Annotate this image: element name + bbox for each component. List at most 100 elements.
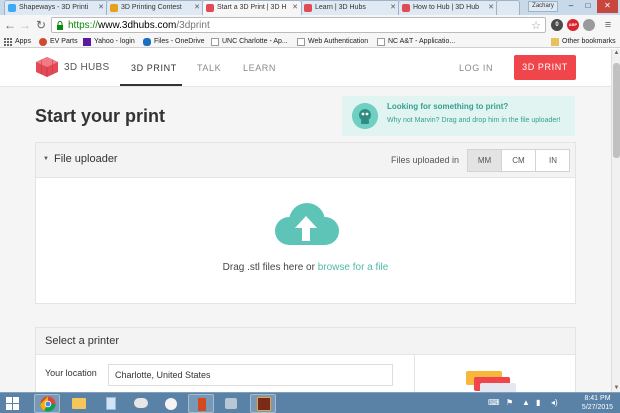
address-bar[interactable]: https://www.3dhubs.com/3dprint ☆: [51, 17, 546, 33]
reload-icon[interactable]: ↻: [34, 18, 48, 32]
tab-title: Shapeways - 3D Printi: [19, 4, 89, 11]
system-clock[interactable]: 8:41 PM 5/27/2015: [575, 394, 620, 412]
site-header: 3D HUBS 3D PRINT TALK LEARN LOG IN 3D PR…: [0, 49, 611, 86]
tab-close-icon[interactable]: ✕: [194, 1, 200, 14]
page-scrollbar[interactable]: ▲ ▼: [611, 49, 620, 392]
pin-icon[interactable]: [583, 19, 595, 31]
login-link[interactable]: LOG IN: [459, 63, 493, 73]
location-input[interactable]: [108, 364, 393, 386]
folder-icon: [551, 38, 559, 46]
printer-stack-icon: [466, 371, 516, 392]
window-close-icon[interactable]: ✕: [597, 0, 618, 13]
nav-learn[interactable]: LEARN: [243, 63, 276, 73]
browser-tab-learn[interactable]: Learn | 3D Hubs ✕: [300, 0, 400, 15]
bookmark-label: NC A&T - Applicatio...: [388, 38, 456, 45]
file-uploader-header[interactable]: ▼ File uploader Files uploaded in MM CM …: [36, 143, 575, 178]
profile-button[interactable]: Zachary: [528, 1, 558, 12]
file-uploader-title: File uploader: [54, 153, 118, 165]
maximize-icon[interactable]: □: [580, 0, 596, 13]
revit-icon[interactable]: [250, 394, 276, 413]
clock-date: 5/27/2015: [581, 404, 614, 411]
3dhubs-logo-icon[interactable]: [36, 57, 58, 77]
file-explorer-icon[interactable]: [66, 394, 92, 413]
bookmark-label: Web Authentication: [308, 38, 369, 45]
bookmark-ev-parts[interactable]: EV Parts: [39, 36, 78, 47]
notes-icon[interactable]: [98, 394, 124, 413]
3d-print-button[interactable]: 3D PRINT: [514, 55, 576, 80]
browser-toolbar: ← → ↻ https://www.3dhubs.com/3dprint ☆ 0…: [0, 15, 620, 35]
menu-icon[interactable]: ≡: [601, 18, 615, 32]
marvin-icon[interactable]: [352, 103, 378, 129]
tab-strip: Shapeways - 3D Printi ✕ 3D Printing Cont…: [0, 0, 620, 15]
bookmark-label: Other bookmarks: [562, 38, 616, 45]
tab-close-icon[interactable]: ✕: [488, 1, 494, 14]
bookmark-web-auth[interactable]: Web Authentication: [297, 36, 368, 47]
flag-icon[interactable]: ⚑: [506, 398, 513, 407]
unit-selector: MM CM IN: [467, 149, 570, 172]
cloud-upload-icon: [275, 203, 339, 245]
marvin-promo[interactable]: Looking for something to print? Why not …: [342, 96, 575, 136]
page-icon: [297, 38, 305, 46]
browser-tab-shapeways[interactable]: Shapeways - 3D Printi ✕: [4, 0, 108, 15]
bookmark-label: UNC Charlotte - Ap...: [222, 38, 288, 45]
tab-title: How to Hub | 3D Hub: [413, 4, 480, 11]
ev-parts-icon: [39, 38, 47, 46]
caret-down-icon[interactable]: ▼: [43, 156, 49, 162]
tray-up-icon[interactable]: ▲: [522, 398, 530, 407]
browser-tab-start-print[interactable]: Start a 3D Print | 3D H ✕: [202, 0, 302, 15]
chrome-icon[interactable]: [34, 394, 60, 413]
logo-text[interactable]: 3D HUBS: [64, 62, 109, 73]
bookmark-apps[interactable]: Apps: [4, 36, 31, 47]
bookmark-onedrive[interactable]: Files - OneDrive: [143, 36, 205, 47]
keyboard-icon[interactable]: ⌨: [488, 398, 500, 407]
unit-cm-button[interactable]: CM: [502, 150, 536, 171]
unit-in-button[interactable]: IN: [536, 150, 570, 171]
yahoo-icon: [83, 38, 91, 46]
back-icon[interactable]: ←: [3, 18, 17, 32]
windows-taskbar: ⌨ ⚑ ▲ ▮ ◂) 8:41 PM 5/27/2015: [0, 392, 620, 413]
other-bookmarks[interactable]: Other bookmarks: [551, 36, 616, 47]
nav-talk[interactable]: TALK: [197, 63, 221, 73]
unit-mm-button[interactable]: MM: [468, 150, 502, 171]
forward-icon[interactable]: →: [18, 18, 32, 32]
scroll-thumb[interactable]: [613, 63, 620, 158]
bookmark-yahoo[interactable]: Yahoo - login: [83, 36, 135, 47]
bookmark-label: EV Parts: [50, 38, 78, 45]
file-uploader-card: ▼ File uploader Files uploaded in MM CM …: [35, 142, 576, 304]
clock-time: 8:41 PM: [584, 395, 611, 402]
lock-icon: [57, 21, 63, 30]
onedrive-icon: [143, 38, 151, 46]
minimize-icon[interactable]: –: [563, 0, 579, 13]
bookmark-unc-charlotte[interactable]: UNC Charlotte - Ap...: [211, 36, 288, 47]
paint-icon[interactable]: [158, 394, 184, 413]
nav-3d-print[interactable]: 3D PRINT: [131, 63, 177, 73]
select-printer-header: Select a printer: [36, 328, 575, 355]
chat-icon[interactable]: [128, 394, 154, 413]
network-icon[interactable]: ▮: [536, 398, 540, 407]
header-divider: [0, 86, 611, 87]
drop-instructions: Drag .stl files here or browse for a fil…: [36, 262, 575, 273]
scroll-up-icon[interactable]: ▲: [613, 49, 620, 57]
page-viewport: 3D HUBS 3D PRINT TALK LEARN LOG IN 3D PR…: [0, 49, 611, 392]
windows-start-icon[interactable]: [6, 397, 19, 410]
location-label: Your location: [45, 368, 97, 378]
ironman-icon[interactable]: [188, 394, 214, 413]
tab-close-icon[interactable]: ✕: [292, 1, 298, 14]
adblock-icon[interactable]: ABP: [567, 19, 579, 31]
browse-link[interactable]: browse for a file: [318, 262, 389, 273]
units-label: Files uploaded in: [391, 155, 460, 165]
browser-tab-how-to-hub[interactable]: How to Hub | 3D Hub ✕: [398, 0, 498, 15]
scroll-down-icon[interactable]: ▼: [613, 384, 620, 392]
select-printer-title: Select a printer: [45, 335, 119, 347]
tools-icon[interactable]: [218, 394, 244, 413]
tab-close-icon[interactable]: ✕: [390, 1, 396, 14]
new-tab-button[interactable]: [496, 0, 520, 15]
browser-tab-contest[interactable]: 3D Printing Contest ✕: [106, 0, 204, 15]
tab-close-icon[interactable]: ✕: [98, 1, 104, 14]
ghostery-icon[interactable]: 0: [551, 19, 563, 31]
volume-icon[interactable]: ◂): [551, 398, 558, 407]
page-icon: [377, 38, 385, 46]
select-printer-card: Select a printer Your location: [35, 327, 576, 392]
bookmark-star-icon[interactable]: ☆: [531, 19, 541, 32]
bookmark-nc-at[interactable]: NC A&T - Applicatio...: [377, 36, 455, 47]
